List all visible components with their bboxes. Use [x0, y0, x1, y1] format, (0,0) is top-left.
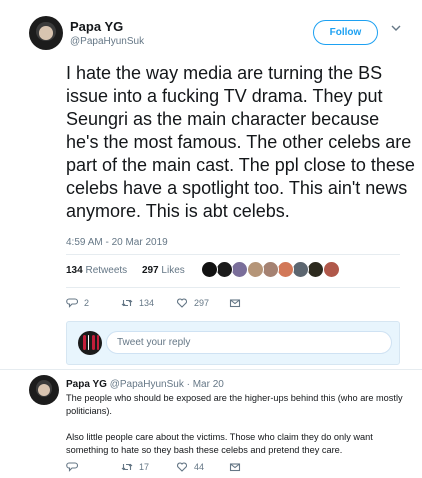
tweet-timestamp[interactable]: 4:59 AM - 20 Mar 2019: [66, 237, 168, 248]
reply-input[interactable]: Tweet your reply: [106, 331, 392, 354]
reply-author-avatar[interactable]: [29, 375, 59, 405]
author-avatar[interactable]: [29, 16, 63, 50]
message-button[interactable]: [229, 297, 247, 309]
envelope-icon: [229, 463, 241, 472]
engagement-stats: 134 Retweets 297 Likes: [66, 265, 197, 276]
retweet-icon: [121, 463, 133, 471]
retweets-stat[interactable]: 134 Retweets: [66, 265, 133, 276]
liker-avatar[interactable]: [201, 261, 218, 278]
retweet-icon: [121, 299, 133, 307]
likes-stat[interactable]: 297 Likes: [142, 265, 191, 276]
reply-tweet-text: The people who should be exposed are the…: [66, 393, 403, 455]
reply-reply-button[interactable]: [66, 461, 84, 473]
liker-avatar[interactable]: [322, 261, 340, 278]
liker-avatar[interactable]: [246, 261, 264, 278]
liker-avatar[interactable]: [216, 261, 234, 278]
reply-icon: [66, 462, 78, 472]
retweet-button[interactable]: 134: [121, 297, 154, 309]
heart-icon: [176, 462, 188, 472]
divider: [66, 254, 400, 255]
divider: [0, 369, 422, 370]
reply-icon: [66, 298, 78, 308]
author-name[interactable]: Papa YG: [70, 19, 123, 34]
divider: [66, 287, 400, 288]
reply-button[interactable]: 2: [66, 297, 89, 309]
tweet-text: I hate the way media are turning the BS …: [66, 63, 415, 221]
author-handle[interactable]: @PapaHyunSuk: [70, 36, 144, 47]
follow-button[interactable]: Follow: [313, 20, 378, 45]
current-user-avatar[interactable]: [78, 331, 102, 355]
liker-avatar[interactable]: [231, 261, 249, 278]
reply-message-button[interactable]: [229, 461, 247, 473]
envelope-icon: [229, 299, 241, 308]
liker-avatar[interactable]: [307, 261, 325, 278]
liker-avatar[interactable]: [292, 261, 310, 278]
reply-retweet-button[interactable]: 17: [121, 461, 149, 473]
like-button[interactable]: 297: [176, 297, 209, 309]
heart-icon: [176, 298, 188, 308]
reply-author-line: Papa YG @PapaHyunSuk · Mar 20: [66, 379, 224, 390]
liker-avatar[interactable]: [261, 261, 279, 278]
liker-avatar[interactable]: [277, 261, 294, 278]
chevron-down-icon[interactable]: [390, 22, 402, 34]
reply-like-button[interactable]: 44: [176, 461, 204, 473]
reply-meta[interactable]: @PapaHyunSuk · Mar 20: [110, 379, 224, 390]
reply-author-name[interactable]: Papa YG: [66, 379, 107, 390]
